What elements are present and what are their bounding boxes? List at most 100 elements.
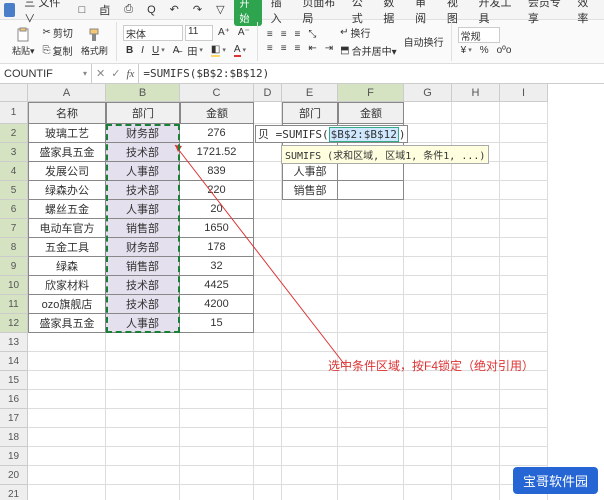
- cell[interactable]: [28, 466, 106, 485]
- cell[interactable]: [500, 333, 548, 352]
- cell[interactable]: [404, 485, 452, 500]
- cell[interactable]: [338, 466, 404, 485]
- cell[interactable]: [28, 447, 106, 466]
- qat-more-icon[interactable]: ▽: [211, 3, 229, 16]
- cell[interactable]: [404, 276, 452, 295]
- row-header[interactable]: 4: [0, 162, 28, 181]
- cell[interactable]: 螺丝五金: [28, 200, 106, 219]
- cell[interactable]: [404, 162, 452, 181]
- cell[interactable]: [500, 143, 548, 162]
- cell[interactable]: 部门: [106, 102, 180, 124]
- cell[interactable]: [180, 447, 254, 466]
- cell[interactable]: [106, 428, 180, 447]
- cell[interactable]: [500, 295, 548, 314]
- font-size-select[interactable]: 11: [185, 25, 213, 41]
- cell[interactable]: [28, 485, 106, 500]
- row-header[interactable]: 17: [0, 409, 28, 428]
- row-header[interactable]: 10: [0, 276, 28, 295]
- row-header[interactable]: 8: [0, 238, 28, 257]
- qat-new-icon[interactable]: □: [74, 4, 91, 16]
- cell[interactable]: [404, 390, 452, 409]
- cell[interactable]: 技术部: [106, 276, 180, 295]
- cell[interactable]: [500, 428, 548, 447]
- increase-font-icon[interactable]: A⁺: [215, 25, 233, 41]
- autowrap-button[interactable]: 自动换行: [401, 33, 447, 50]
- cancel-formula-icon[interactable]: ✕: [96, 67, 105, 80]
- cell[interactable]: [254, 409, 282, 428]
- cell[interactable]: [452, 181, 500, 200]
- col-header[interactable]: B: [106, 84, 180, 102]
- cell[interactable]: [452, 200, 500, 219]
- row-header[interactable]: 21: [0, 485, 28, 500]
- comma-icon[interactable]: oºo: [494, 44, 515, 57]
- col-header[interactable]: I: [500, 84, 548, 102]
- tab-efficiency[interactable]: 效率: [572, 0, 600, 26]
- cell[interactable]: [28, 409, 106, 428]
- cell[interactable]: [106, 333, 180, 352]
- row-header[interactable]: 20: [0, 466, 28, 485]
- align-bot-icon[interactable]: ≡: [292, 28, 304, 41]
- font-color-button[interactable]: A▾: [231, 42, 249, 59]
- formula-input[interactable]: =SUMIFS($B$2:$B$12): [139, 64, 604, 83]
- cell[interactable]: [452, 276, 500, 295]
- cell[interactable]: 财务部: [106, 238, 180, 257]
- cell[interactable]: 发展公司: [28, 162, 106, 181]
- row-header[interactable]: 9: [0, 257, 28, 276]
- qat-redo-icon[interactable]: ↷: [188, 3, 207, 16]
- cell[interactable]: 绿森: [28, 257, 106, 276]
- cell[interactable]: 玻璃工艺: [28, 124, 106, 143]
- cell[interactable]: 部门: [282, 102, 338, 124]
- align-center-icon[interactable]: ≡: [278, 42, 290, 55]
- underline-button[interactable]: U▾: [149, 42, 168, 59]
- cell[interactable]: [338, 485, 404, 500]
- col-header[interactable]: H: [452, 84, 500, 102]
- cell[interactable]: [404, 314, 452, 333]
- cell[interactable]: [452, 333, 500, 352]
- cell[interactable]: [452, 102, 500, 124]
- cell[interactable]: [452, 314, 500, 333]
- fill-color-button[interactable]: ◧▾: [208, 42, 229, 59]
- percent-icon[interactable]: %: [477, 44, 492, 57]
- currency-icon[interactable]: ¥▾: [458, 44, 475, 57]
- format-painter-button[interactable]: 格式刷: [77, 25, 112, 59]
- cell[interactable]: [106, 447, 180, 466]
- orientation-icon[interactable]: ⤡: [305, 28, 319, 41]
- cell[interactable]: 绿森办公: [28, 181, 106, 200]
- cell[interactable]: [28, 428, 106, 447]
- cell[interactable]: 金额: [338, 102, 404, 124]
- cell[interactable]: [254, 485, 282, 500]
- cell[interactable]: 技术部: [106, 181, 180, 200]
- cell[interactable]: [500, 219, 548, 238]
- cell[interactable]: 财务部: [106, 124, 180, 143]
- cell[interactable]: [282, 485, 338, 500]
- cell[interactable]: [500, 200, 548, 219]
- row-header[interactable]: 1: [0, 102, 28, 124]
- cell[interactable]: [106, 466, 180, 485]
- cell[interactable]: [404, 219, 452, 238]
- row-header[interactable]: 16: [0, 390, 28, 409]
- cell[interactable]: [500, 124, 548, 143]
- cell[interactable]: 销售部: [106, 257, 180, 276]
- cell[interactable]: [500, 162, 548, 181]
- cell[interactable]: 销售部: [106, 219, 180, 238]
- cell[interactable]: [404, 257, 452, 276]
- col-header[interactable]: C: [180, 84, 254, 102]
- indent-dec-icon[interactable]: ⇤: [305, 42, 319, 55]
- row-header[interactable]: 13: [0, 333, 28, 352]
- row-header[interactable]: 11: [0, 295, 28, 314]
- cell[interactable]: [254, 447, 282, 466]
- cell[interactable]: [452, 428, 500, 447]
- cell[interactable]: [500, 314, 548, 333]
- cell[interactable]: [106, 371, 180, 390]
- qat-undo-icon[interactable]: ↶: [165, 3, 184, 16]
- cell[interactable]: [338, 409, 404, 428]
- cell[interactable]: [500, 181, 548, 200]
- cell[interactable]: [282, 447, 338, 466]
- row-header[interactable]: 14: [0, 352, 28, 371]
- cell[interactable]: [180, 466, 254, 485]
- cell[interactable]: [404, 428, 452, 447]
- cell[interactable]: [452, 257, 500, 276]
- qat-open-icon[interactable]: 卣: [94, 2, 115, 18]
- row-header[interactable]: 12: [0, 314, 28, 333]
- cell[interactable]: [452, 238, 500, 257]
